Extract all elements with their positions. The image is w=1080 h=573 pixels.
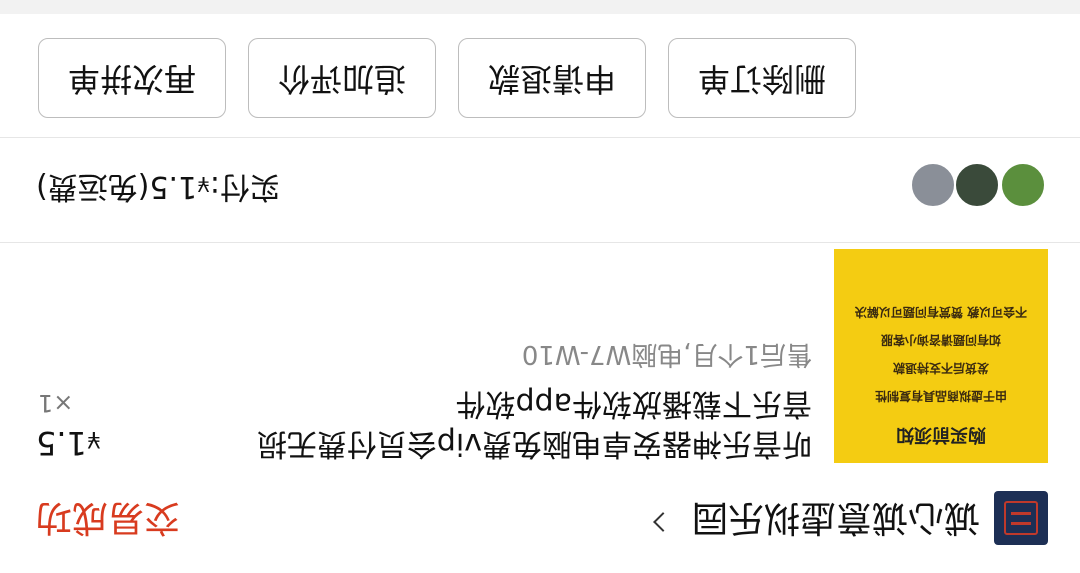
- paid-amount: 实付:¥1.5(免运费): [36, 164, 280, 206]
- thumbnail-title: 购买前须知: [896, 424, 986, 445]
- payment-summary: 实付:¥1.5(免运费): [0, 148, 1080, 218]
- divider: [0, 137, 1080, 138]
- apply-refund-button[interactable]: 申请退款: [458, 38, 646, 118]
- order-item[interactable]: 购买前须知 由于虚拟商品具有复制性 发货后不支持退款 如有问题请咨询小客服 不会…: [0, 243, 1080, 463]
- item-thumbnail[interactable]: 购买前须知 由于虚拟商品具有复制性 发货后不支持退款 如有问题请咨询小客服 不会…: [834, 249, 1048, 463]
- shop-seal-icon: [1004, 501, 1038, 535]
- chevron-right-icon[interactable]: [653, 512, 673, 532]
- price-value: 1.5: [36, 424, 87, 462]
- add-review-button[interactable]: 追加评价: [248, 38, 436, 118]
- thumbnail-line: 不会可以教 赞赏有问题可以解决: [854, 305, 1028, 319]
- item-quantity: ×1: [38, 389, 74, 417]
- avatar-group: [906, 158, 1046, 208]
- item-spec: 售后1个月,电脑W7-W10: [521, 339, 812, 369]
- thumbnail-line: 由于虚拟商品具有复制性: [875, 389, 1008, 403]
- paid-label: 实付:: [209, 169, 280, 204]
- delete-order-button[interactable]: 删除订单: [668, 38, 856, 118]
- order-status: 交易成功: [36, 497, 181, 538]
- bottom-gap: [0, 0, 1080, 14]
- shipping-note: (免运费): [36, 169, 150, 204]
- order-card: 诚心诚意虚拟乐园 交易成功 购买前须知 由于虚拟商品具有复制性 发货后不支持退款…: [0, 0, 1080, 573]
- thumbnail-line: 发货后不支持退款: [893, 361, 990, 375]
- item-title[interactable]: 听音乐神器安卓电脑免费vip会员付费无损音乐下载播放软件app软件: [252, 383, 812, 463]
- shop-logo: [994, 491, 1048, 545]
- currency-symbol: ¥: [197, 172, 210, 196]
- action-bar: 删除订单 申请退款 追加评价 再次拼单: [0, 36, 1080, 118]
- avatar: [910, 162, 956, 208]
- buy-again-button[interactable]: 再次拼单: [38, 38, 226, 118]
- divider: [0, 242, 1080, 243]
- thumbnail-line: 如有问题请咨询小客服: [881, 333, 1002, 347]
- avatar: [954, 162, 1000, 208]
- shop-header[interactable]: 诚心诚意虚拟乐园 交易成功: [0, 491, 1080, 573]
- item-price: ¥1.5: [36, 418, 101, 463]
- paid-value: 1.5: [149, 169, 198, 204]
- avatar: [1000, 162, 1046, 208]
- currency-symbol: ¥: [86, 426, 101, 451]
- shop-name[interactable]: 诚心诚意虚拟乐园: [692, 495, 980, 539]
